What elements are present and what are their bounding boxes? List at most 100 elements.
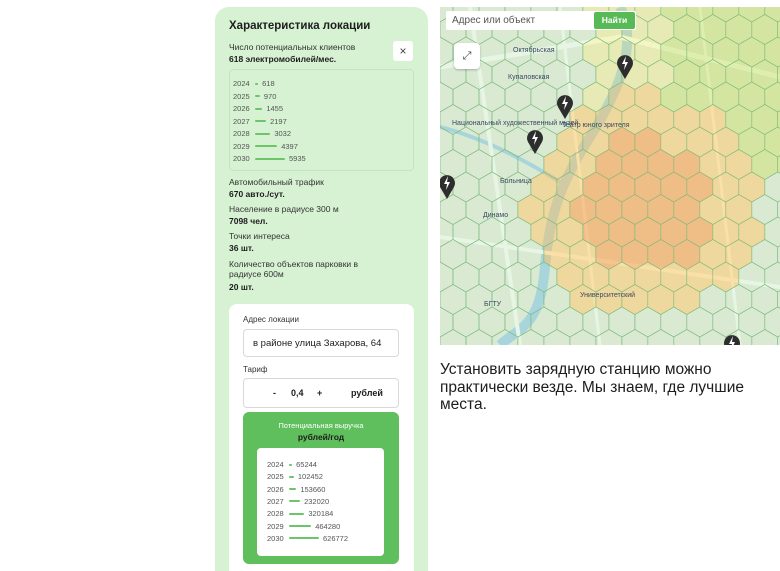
parking-value: 20 шт. — [229, 282, 254, 292]
forecast-bar — [255, 157, 285, 160]
forecast-year: 2026 — [233, 104, 250, 113]
forecast-row: 2024 618 — [233, 78, 275, 89]
parking-label-1: Количество объектов парковки в — [229, 259, 359, 269]
revenue-bar — [289, 463, 293, 466]
revenue-row: 2026 153660 — [267, 484, 325, 495]
revenue-bar — [289, 512, 305, 515]
revenue-row: 2029 464280 — [267, 521, 340, 532]
revenue-bar — [289, 500, 301, 503]
address-label: Адрес локации — [243, 315, 299, 324]
revenue-bar — [289, 537, 319, 540]
revenue-value: 464280 — [315, 521, 341, 531]
revenue-year: 2026 — [267, 484, 284, 494]
revenue-row: 2027 232020 — [267, 496, 329, 507]
forecast-bar — [255, 95, 260, 97]
revenue-value: 232020 — [304, 496, 330, 506]
clients-value: 618 электромобилей/мес. — [229, 54, 337, 64]
map-label-bgtu: БГТУ — [484, 301, 502, 308]
forecast-row: 2028 3032 — [233, 128, 291, 139]
map[interactable]: Адрес или объект Найти ⤢ Октябрьская Куп… — [440, 7, 780, 345]
panel-title: Характеристика локации — [229, 20, 371, 32]
search-button[interactable]: Найти — [594, 12, 635, 29]
forecast-year: 2025 — [233, 91, 250, 101]
forecast-year: 2027 — [233, 116, 250, 126]
revenue-value: 320184 — [308, 509, 334, 519]
forecast-bar — [255, 145, 278, 147]
revenue-year: 2024 — [267, 460, 284, 469]
revenue-row: 2028 320184 — [267, 508, 333, 519]
forecast-value: 2197 — [270, 116, 287, 126]
map-label-theatre: Театр юного зрителя — [562, 122, 630, 129]
map-label-dinamo: Динамо — [483, 212, 509, 219]
clients-forecast: 2024 618 2025 970 2026 1455 2027 2197 2028 3032 20… — [229, 69, 414, 171]
revenue-row: 2024 65244 — [267, 459, 317, 470]
revenue-calculator: Адрес локации в районе улица Захарова, 6… — [229, 304, 414, 571]
decrement-button[interactable]: - — [273, 388, 276, 398]
forecast-value: 5935 — [289, 154, 306, 163]
forecast-bar — [255, 82, 259, 85]
traffic-label: Автомобильный трафик — [229, 177, 324, 187]
revenue-value: 65244 — [296, 460, 317, 469]
population-value: 7098 чел. — [229, 216, 268, 226]
search-input[interactable]: Адрес или объект — [446, 15, 594, 26]
forecast-value: 1455 — [266, 104, 284, 113]
forecast-bar — [255, 120, 267, 122]
currency-label: рублей — [351, 388, 383, 398]
map-label-museum: Национальный художественный музей — [452, 120, 579, 127]
forecast-year: 2030 — [233, 154, 250, 163]
forecast-row: 2027 2197 — [233, 116, 287, 127]
population-label: Население в радиусе 300 м — [229, 204, 339, 214]
revenue-title: Потенциальная выручка — [278, 421, 364, 430]
expand-icon: ⤢ — [462, 50, 472, 62]
revenue-value: 626772 — [323, 533, 349, 543]
revenue-year: 2025 — [267, 472, 284, 482]
revenue-year: 2028 — [267, 509, 284, 519]
increment-button[interactable]: + — [317, 388, 322, 398]
forecast-value: 3032 — [274, 129, 291, 138]
revenue-bar — [289, 475, 294, 478]
promo-text: Установить зарядную станцию можно практи… — [440, 361, 744, 413]
forecast-value: 618 — [262, 79, 275, 88]
forecast-row: 2029 4397 — [233, 141, 298, 152]
map-label-hospital: Больница — [500, 178, 532, 185]
forecast-row: 2026 1455 — [233, 103, 283, 114]
map-label-universitetskiy: Университетский — [580, 292, 636, 299]
forecast-bar — [255, 132, 271, 135]
location-panel: Характеристика локации Число потенциальн… — [215, 7, 428, 571]
revenue-year: 2029 — [267, 521, 284, 531]
revenue-value: 153660 — [300, 484, 326, 494]
forecast-bar — [255, 107, 263, 110]
traffic-value: 670 авто./сут. — [229, 189, 285, 199]
address-field[interactable]: в районе улица Захарова, 64 — [243, 329, 399, 357]
tariff-label: Тариф — [243, 365, 268, 374]
forecast-row: 2025 970 — [233, 91, 276, 102]
expand-button[interactable]: ⤢ — [454, 43, 480, 69]
forecast-value: 4397 — [281, 141, 298, 151]
revenue-bar — [289, 525, 312, 527]
revenue-row: 2025 102452 — [267, 471, 323, 482]
revenue-unit: рублей/год — [297, 432, 345, 442]
forecast-year: 2029 — [233, 141, 250, 151]
revenue-value: 102452 — [297, 472, 323, 482]
map-search: Адрес или объект Найти — [446, 11, 636, 30]
revenue-forecast: 2024 65244 2025 102452 2026 153660 2027 232020 2… — [257, 448, 384, 556]
parking-label-2: радиусе 600м — [229, 269, 284, 279]
revenue-row: 2030 626772 — [267, 533, 348, 544]
revenue-bar — [289, 488, 297, 491]
tariff-stepper[interactable]: - 0,4 + рублей — [243, 378, 399, 408]
close-button[interactable]: × — [393, 41, 413, 61]
forecast-value: 970 — [263, 91, 277, 101]
clients-label: Число потенциальных клиентов — [229, 42, 356, 52]
forecast-year: 2024 — [233, 79, 250, 88]
revenue-year: 2030 — [267, 533, 284, 543]
forecast-row: 2030 5935 — [233, 153, 306, 164]
poi-label: Точки интереса — [229, 231, 290, 241]
revenue-year: 2027 — [267, 496, 284, 506]
map-label-kupalovskaya: Купаловская — [508, 74, 550, 81]
forecast-year: 2028 — [233, 129, 250, 138]
tariff-value[interactable]: 0,4 — [291, 388, 304, 398]
revenue-card: Потенциальная выручка рублей/год 2024 652… — [243, 412, 399, 564]
close-icon: × — [399, 44, 407, 58]
poi-value: 36 шт. — [229, 243, 254, 253]
map-label-oktyabrskaya: Октябрьская — [513, 47, 555, 54]
